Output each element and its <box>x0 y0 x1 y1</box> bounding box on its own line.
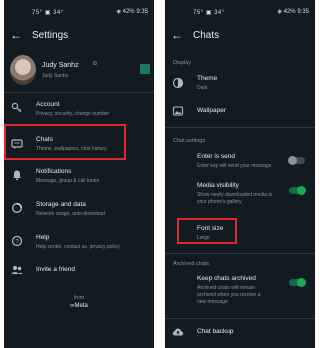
wallpaper-icon <box>172 106 184 116</box>
setting-wallpaper[interactable]: Wallpaper <box>165 104 315 120</box>
wifi-icon: ◈ <box>277 9 282 15</box>
toggle-knob <box>288 156 297 165</box>
setting-title: Chat backup <box>197 328 234 335</box>
setting-title: Keep chats archived <box>197 275 256 282</box>
status-icons: 75° ▣ 34° <box>193 10 225 16</box>
divider <box>165 318 315 319</box>
setting-subtitle: Enter key will send your message <box>197 163 272 169</box>
profile-status: Judy Sanhz <box>42 73 69 79</box>
back-arrow-icon[interactable]: ← <box>10 29 22 41</box>
meta-logo: ∞Meta <box>70 303 88 309</box>
settings-screen: 75° ▣ 34° ◈ 42% 9:35 ← Settings Judy San… <box>4 0 154 348</box>
settings-item-subtitle: Message, group & call tones <box>36 178 100 184</box>
app-header: ← Settings <box>4 27 154 47</box>
footer-from: from <box>74 295 84 301</box>
settings-item-title: Storage and data <box>36 201 86 208</box>
status-bar: 75° ▣ 34° ◈ 42% 9:35 <box>165 0 315 24</box>
setting-theme[interactable]: Theme Dark <box>165 74 315 96</box>
setting-subtitle: Show newly downloaded media in <box>197 192 273 198</box>
svg-text:?: ? <box>15 238 19 245</box>
emoji-icon: ☺ <box>92 61 99 67</box>
profile-row[interactable]: Judy Sanhz ☺ Judy Sanhz <box>4 55 154 91</box>
status-icons: 75° ▣ 34° <box>32 10 64 16</box>
theme-icon <box>172 77 184 89</box>
setting-chat-backup[interactable]: Chat backup <box>165 325 315 341</box>
divider <box>165 253 315 254</box>
bell-icon <box>13 170 21 181</box>
people-icon <box>11 266 23 274</box>
app-header: ← Chats <box>165 27 315 47</box>
setting-subtitle: Archived chats will remain <box>197 285 255 291</box>
toggle-knob <box>297 278 306 287</box>
settings-item-title: Help <box>36 234 50 241</box>
avatar[interactable] <box>10 55 36 85</box>
settings-item-invite[interactable]: Invite a friend <box>4 263 154 279</box>
setting-keep-chats-archived[interactable]: Keep chats archived Archived chats will … <box>165 272 315 312</box>
setting-enter-is-send[interactable]: Enter is send Enter key will send your m… <box>165 150 315 174</box>
page-title: Settings <box>32 30 69 41</box>
settings-item-subtitle: Network usage, auto-download <box>36 211 105 217</box>
back-arrow-icon[interactable]: ← <box>171 29 183 41</box>
setting-title: Media visibility <box>197 182 239 189</box>
data-usage-icon <box>12 203 22 213</box>
settings-item-storage[interactable]: Storage and data Network usage, auto-dow… <box>4 200 154 222</box>
settings-item-notifications[interactable]: Notifications Message, group & call tone… <box>4 167 154 189</box>
settings-item-title: Notifications <box>36 168 72 175</box>
key-icon <box>11 102 22 113</box>
setting-title: Wallpaper <box>197 107 227 114</box>
battery-level: 42% <box>283 9 296 15</box>
setting-subtitle: your phone's gallery <box>197 199 242 205</box>
chats-settings-screen: 75° ▣ 34° ◈ 42% 9:35 ← Chats Display The… <box>165 0 315 348</box>
section-label-chat-settings: Chat settings <box>173 138 206 144</box>
settings-item-subtitle: Help center, contact us, privacy policy <box>36 244 120 250</box>
setting-title: Enter is send <box>197 153 235 160</box>
page-title: Chats <box>193 30 220 41</box>
battery-level: 42% <box>122 9 135 15</box>
profile-name: Judy Sanhz <box>42 62 79 69</box>
qr-code-icon[interactable] <box>140 64 150 74</box>
chats-highlight-box <box>4 124 126 160</box>
status-right: ◈ 42% 9:35 <box>277 8 309 15</box>
wifi-icon: ◈ <box>116 9 121 15</box>
section-label-archived: Archived chats <box>173 261 210 267</box>
setting-subtitle: archived when you receive a <box>197 292 261 298</box>
help-icon: ? <box>11 235 23 247</box>
settings-item-help[interactable]: ? Help Help center, contact us, privacy … <box>4 233 154 255</box>
settings-item-account[interactable]: Account Privacy, security, change number <box>4 98 154 120</box>
media-visibility-toggle[interactable] <box>289 186 306 195</box>
setting-subtitle: new message <box>197 299 228 305</box>
status-time: 9:35 <box>136 9 148 15</box>
toggle-knob <box>297 186 306 195</box>
status-time: 9:35 <box>297 9 309 15</box>
divider <box>165 127 315 128</box>
setting-title: Theme <box>197 75 218 82</box>
enter-is-send-toggle[interactable] <box>288 156 305 165</box>
divider <box>4 92 154 93</box>
settings-item-title: Invite a friend <box>36 266 76 273</box>
keep-archived-toggle[interactable] <box>289 278 306 287</box>
setting-media-visibility[interactable]: Media visibility Show newly downloaded m… <box>165 179 315 211</box>
section-label-display: Display <box>173 60 192 66</box>
status-bar: 75° ▣ 34° ◈ 42% 9:35 <box>4 0 154 24</box>
setting-value: Dark <box>197 85 208 91</box>
cloud-upload-icon <box>172 328 184 336</box>
settings-item-title: Account <box>36 101 60 108</box>
status-right: ◈ 42% 9:35 <box>116 8 148 15</box>
font-size-highlight-box <box>177 218 237 244</box>
settings-item-subtitle: Privacy, security, change number <box>36 111 110 117</box>
